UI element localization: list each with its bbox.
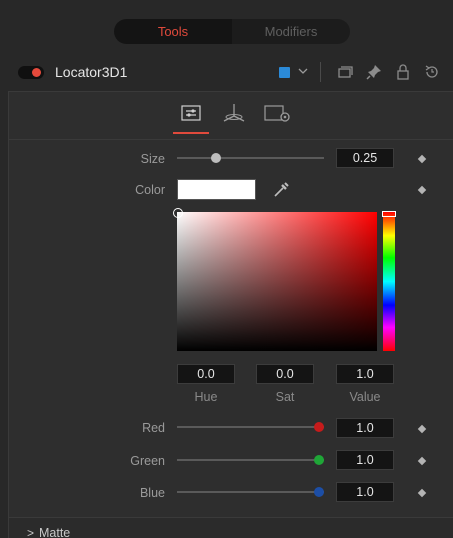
blue-value-field[interactable]: 1.0 <box>336 482 394 502</box>
blue-slider-thumb[interactable] <box>314 487 324 497</box>
sat-label: Sat <box>275 390 295 404</box>
red-slider-track[interactable] <box>177 426 324 428</box>
reset-icon[interactable] <box>423 63 441 81</box>
eyedropper-icon[interactable] <box>271 180 291 200</box>
green-slider-thumb[interactable] <box>314 455 324 465</box>
active-tab-underline <box>173 132 209 134</box>
node-name: Locator3D1 <box>55 64 128 80</box>
red-label: Red <box>142 421 165 435</box>
blue-keyframe-diamond[interactable] <box>417 488 427 498</box>
value-value-field[interactable]: 1.0 <box>336 364 394 384</box>
hue-label: Hue <box>194 390 218 404</box>
matte-section-label: Matte <box>39 526 71 538</box>
green-value-field[interactable]: 1.0 <box>336 450 394 470</box>
hue-strip[interactable] <box>382 211 396 351</box>
green-slider-track[interactable] <box>177 459 324 461</box>
inspector-tabs <box>9 92 453 140</box>
red-value-field[interactable]: 1.0 <box>336 418 394 438</box>
tab-modifiers[interactable]: Modifiers <box>232 19 350 44</box>
sv-picker-marker[interactable] <box>173 208 183 218</box>
saturation-value-field[interactable] <box>173 208 377 351</box>
toggle-knob <box>32 68 41 77</box>
color-swatch[interactable] <box>177 179 256 200</box>
inspector-panel: Size 0.25 Color 0.0 0.0 1.0 Hue Sat Valu… <box>8 91 453 538</box>
chevron-down-icon[interactable] <box>296 64 310 78</box>
node-enable-toggle[interactable] <box>18 66 44 79</box>
pin-icon[interactable] <box>365 63 383 81</box>
color-keyframe-diamond[interactable] <box>417 185 427 195</box>
green-keyframe-diamond[interactable] <box>417 456 427 466</box>
size-label: Size <box>140 152 165 166</box>
tab-group: Tools Modifiers <box>114 19 350 44</box>
chevron-right-icon: > <box>27 526 35 538</box>
lock-icon[interactable] <box>394 63 412 81</box>
versions-icon[interactable] <box>336 63 354 81</box>
blue-slider-track[interactable] <box>177 491 324 493</box>
sat-value-field[interactable]: 0.0 <box>256 364 314 384</box>
color-label: Color <box>135 183 165 197</box>
hue-strip-marker[interactable] <box>382 211 396 217</box>
controls-tab-icon[interactable] <box>176 102 206 124</box>
red-keyframe-diamond[interactable] <box>417 424 427 434</box>
node-header: Locator3D1 <box>0 56 453 90</box>
tab-tools[interactable]: Tools <box>114 19 232 44</box>
header-divider <box>320 62 321 82</box>
settings-tab-icon[interactable] <box>262 102 292 124</box>
matte-section-header[interactable]: > Matte <box>9 517 453 538</box>
green-label: Green <box>130 454 165 468</box>
hue-value-field[interactable]: 0.0 <box>177 364 235 384</box>
transform-tab-icon[interactable] <box>219 102 249 124</box>
blue-label: Blue <box>139 486 165 500</box>
value-label: Value <box>349 390 381 404</box>
inspector-header: Tools Modifiers Locator3D1 <box>0 0 453 92</box>
node-color-chip[interactable] <box>279 67 290 78</box>
size-value-field[interactable]: 0.25 <box>336 148 394 168</box>
size-slider-thumb[interactable] <box>211 153 222 163</box>
size-keyframe-diamond[interactable] <box>417 154 427 164</box>
red-slider-thumb[interactable] <box>314 422 324 432</box>
size-slider-track[interactable] <box>177 157 324 159</box>
